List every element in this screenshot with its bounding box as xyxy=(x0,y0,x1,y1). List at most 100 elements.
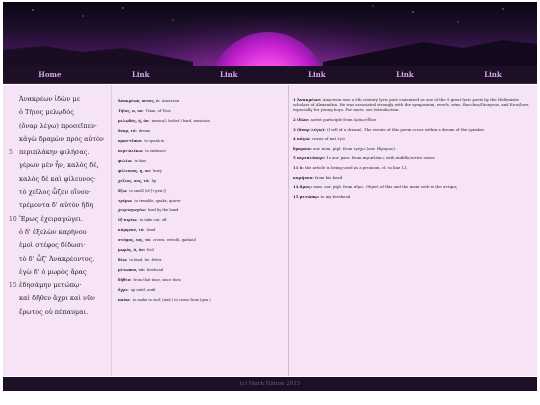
glossary-entry: παύω: to make to end; (mid.) to cease fro… xyxy=(118,296,287,306)
poem-line-text: τρέμοντα δ' αὐτὸν ἤδη xyxy=(19,201,94,210)
glossary-definition: from that time, since then xyxy=(133,278,181,283)
note-entry: 3 (ὄναρ λέγω): (I tell of a dream). The … xyxy=(293,127,531,132)
glossary-term: περι-πλέκω: xyxy=(118,148,144,153)
glossary-entry: δέω: to bind, tie, fetter xyxy=(118,256,287,266)
note-text: crasis of καὶ ἐγώ xyxy=(311,136,346,142)
glossary-definition: lusty xyxy=(153,168,162,173)
glossary-term: κάρηνον, τό: xyxy=(118,228,145,233)
note-number: 11 xyxy=(293,164,299,170)
poem-line-text: κἀγὼ δραμὼν πρὸς αὐτὸν xyxy=(19,134,104,143)
glossary-term: ἐξ-αιρέω: xyxy=(118,218,138,223)
glossary-definition: Anacreon xyxy=(161,99,180,103)
glossary-term: μελῳδός, ή, όν: xyxy=(118,118,150,123)
glossary-entry: φιλέω: to kiss xyxy=(118,157,287,167)
poem-line: (ὄναρ λέγω) προσεῖπεν· xyxy=(9,122,106,135)
glossary-entry: ἐξ-αιρέω: to take out, off xyxy=(118,216,287,226)
nav-link-5[interactable]: Link xyxy=(484,70,502,79)
glossary-definition: fool xyxy=(147,248,154,253)
note-number: 15 xyxy=(293,193,299,199)
glossary-definition: crown, wreath, garland xyxy=(153,238,196,243)
nav-link-1[interactable]: Link xyxy=(132,70,150,79)
note-entry: 4 κἀγὼ: crasis of καὶ ἐγώ xyxy=(293,136,531,141)
poem-line-text: (ὄναρ λέγω) προσεῖπεν· xyxy=(19,121,97,130)
note-head: ἰδὼν: xyxy=(296,117,310,122)
poem-line: ὁ Τήιος μελῳδός xyxy=(9,108,106,121)
note-text: aorist participle from ὁράω/εἶδον xyxy=(310,117,377,122)
glossary-definition: musical; (subst.) bard, musician xyxy=(151,118,210,123)
page: Home Link Link Link Link Link Ἀνακρέων ἰ… xyxy=(0,0,540,405)
glossary-definition: lip xyxy=(151,178,157,183)
glossary-definition: to make to end; (mid.) to cease from (ge… xyxy=(132,298,211,303)
content-area: Ἀνακρέων ἰδὼν με ὁ Τήιος μελῳδός (ὄναρ λ… xyxy=(3,85,537,376)
glossary-entry: μέτωπον, τό: forehead xyxy=(118,266,287,276)
nav-bar: Home Link Link Link Link Link xyxy=(3,66,537,84)
note-head: ὁ: xyxy=(299,164,304,170)
poem-line-text: ἐδησάμην μετώπῳ· xyxy=(19,281,82,290)
glossary-entry: Ἀνακρέων, οντος, ὁ: Anacreon xyxy=(118,97,287,107)
line-number: 15 xyxy=(9,282,17,290)
poem-line: τρέμοντα δ' αὐτὸν ἤδη xyxy=(9,201,106,214)
poem-line: τὸ χεῖλος ὦζεν οἴνου· xyxy=(9,188,106,201)
glossary-entry: ὄναρ, τό: dream xyxy=(118,127,287,137)
glossary-entry: στέφος, εος, τό: crown, wreath, garland xyxy=(118,236,287,246)
glossary-term: παύω: xyxy=(118,298,131,303)
glossary-entry: ἄχρι: up until, until xyxy=(118,286,287,296)
glossary-entry: μελῳδός, ή, όν: musical; (subst.) bard, m… xyxy=(118,117,287,127)
note-head: (ὄναρ λέγω): xyxy=(296,126,326,132)
glossary-term: ὄζω: xyxy=(118,188,128,193)
glossary-term: στέφος, εος, τό: xyxy=(118,238,152,243)
glossary-definition: forehead xyxy=(146,268,164,273)
note-number: 14 xyxy=(293,184,299,190)
nav-link-home[interactable]: Home xyxy=(38,70,61,79)
glossary-definition: to tremble, quake, quiver xyxy=(134,198,181,203)
nav-link-3[interactable]: Link xyxy=(308,70,326,79)
glossary-term: ὄναρ, τό: xyxy=(118,128,137,133)
poem-line-text: ὁ Τήιος μελῳδός xyxy=(19,108,74,117)
note-number: 3 xyxy=(293,126,296,132)
glossary-entry: περι-πλέκω: to embrace xyxy=(118,147,287,157)
nav-link-2[interactable]: Link xyxy=(220,70,238,79)
glossary-term: μωρός, ά, όν: xyxy=(118,248,146,253)
poem-line: καὶ δῆθεν ἄχρι καὶ νῦν xyxy=(9,294,106,307)
glossary-definition: Teian, of Teos xyxy=(145,108,171,113)
glossary-entry: δῆθεν: from that time, since then xyxy=(118,276,287,286)
glossary-definition: to speak to xyxy=(144,138,165,143)
poem-line-text: τὸ χεῖλος ὦζεν οἴνου· xyxy=(19,188,91,197)
sunset-banner-image xyxy=(3,5,537,66)
poem-line: 15 ἐδησάμην μετώπῳ· xyxy=(9,281,106,294)
glossary-entry: χεῖλος, ους, τό: lip xyxy=(118,177,287,187)
poem-line: ἔρωτος οὐ πέπαυμαι. xyxy=(9,308,106,321)
line-number: 5 xyxy=(9,149,13,157)
glossary-term: φίλευνος, η, ον: xyxy=(118,168,152,173)
glossary-column: Ἀνακρέων, οντος, ὁ: Anacreon Τήϊος, α, ον… xyxy=(111,85,287,376)
poem-line: ὁ δ' ἐξελὼν καρήνου xyxy=(9,228,106,241)
glossary-definition: to take out, off xyxy=(139,218,167,223)
poem-line-text: Ἔρως ἐχειραγώγει. xyxy=(19,214,83,223)
glossary-entry: κάρηνον, τό: head xyxy=(118,226,287,236)
footer: (c) Mark Hinton 2015 xyxy=(3,377,537,391)
glossary-definition: dream xyxy=(138,128,151,133)
note-entry: 14 ἄρας: nom. aor. ptpl. from αἴρω. Obje… xyxy=(293,184,531,189)
poem-line: γέρων μὲν ἦν, καλὸς δέ, xyxy=(9,161,106,174)
note-number: 5 xyxy=(293,155,296,161)
note-text: from his head xyxy=(315,174,343,180)
note-entry: 1 Ἀνακρέων: Anacreon was a 6th century l… xyxy=(293,97,531,113)
note-entry: 11 ὁ: the article is being used as a pro… xyxy=(293,165,531,170)
poem-column: Ἀνακρέων ἰδὼν με ὁ Τήιος μελῳδός (ὄναρ λ… xyxy=(3,85,106,376)
note-text: aor. nom. ptpl. from τρέχω (aor. ἔδραμον… xyxy=(313,145,397,151)
glossary-term: Τήϊος, α, ον: xyxy=(118,108,144,113)
glossary-entry: προσ-εῖπον: to speak to xyxy=(118,137,287,147)
note-entry: 2 ἰδὼν: aorist participle from ὁράω/εἶδο… xyxy=(293,117,531,122)
poem-line: ἐμοὶ στέφος δίδωσι· xyxy=(9,241,106,254)
note-head: καρήνου: xyxy=(293,174,314,180)
poem-line-text: ἔρωτος οὐ πέπαυμαι. xyxy=(19,307,89,316)
poem-line-text: καλὸς δὲ καὶ φίλευνος· xyxy=(19,174,96,183)
poem-line-text: περιπλάκην φιλήσας. xyxy=(19,148,90,157)
glossary-term: μέτωπον, τό: xyxy=(118,268,145,273)
nav-link-4[interactable]: Link xyxy=(396,70,414,79)
poem-line-text: τὸ δ' ὦζ' Ἀνακρέοντος. xyxy=(19,254,95,263)
glossary-entry: τρέμω: to tremble, quake, quiver xyxy=(118,197,287,207)
glossary-definition: head xyxy=(146,228,156,233)
glossary-entry: χειρ-αγωγέω: lead by the hand xyxy=(118,206,287,216)
glossary-entry: Τήϊος, α, ον: Teian, of Teos xyxy=(118,107,287,117)
